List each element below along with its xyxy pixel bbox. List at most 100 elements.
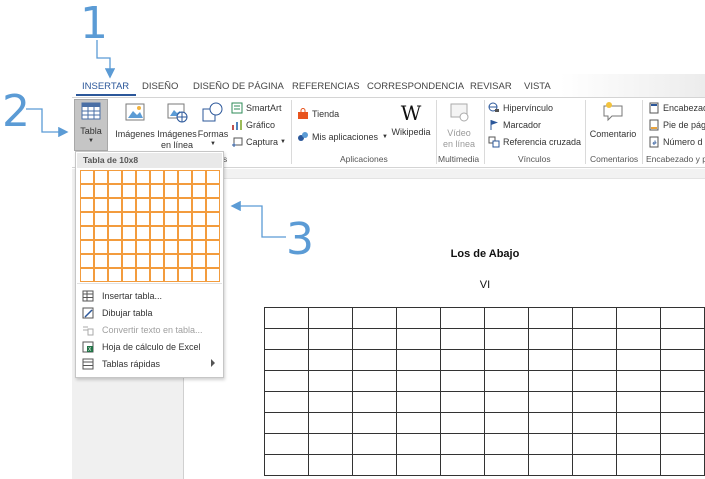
- table-cell[interactable]: [572, 391, 617, 413]
- table-size-cell[interactable]: [164, 184, 178, 198]
- table-size-cell[interactable]: [94, 254, 108, 268]
- table-size-cell[interactable]: [206, 170, 220, 184]
- page-number-button[interactable]: # Número d: [648, 135, 703, 149]
- table-size-cell[interactable]: [108, 268, 122, 282]
- table-size-cell[interactable]: [136, 184, 150, 198]
- table-cell[interactable]: [396, 412, 441, 434]
- table-cell[interactable]: [264, 391, 309, 413]
- table-size-cell[interactable]: [164, 254, 178, 268]
- tab-correspondencia[interactable]: CORRESPONDENCIA: [367, 81, 464, 92]
- table-size-cell[interactable]: [192, 212, 206, 226]
- table-size-cell[interactable]: [178, 212, 192, 226]
- tab-diseno[interactable]: DISEÑO: [142, 81, 178, 92]
- table-cell[interactable]: [572, 370, 617, 392]
- table-cell[interactable]: [308, 454, 353, 476]
- table-size-cell[interactable]: [178, 226, 192, 240]
- table-cell[interactable]: [264, 307, 309, 329]
- table-cell[interactable]: [264, 433, 309, 455]
- my-apps-button[interactable]: Mis aplicaciones ▼: [297, 130, 388, 144]
- table-size-cell[interactable]: [122, 184, 136, 198]
- table-cell[interactable]: [440, 391, 485, 413]
- table-cell[interactable]: [528, 391, 573, 413]
- shapes-button[interactable]: Formas ▼: [198, 101, 228, 148]
- table-size-cell[interactable]: [206, 198, 220, 212]
- comment-button[interactable]: Comentario: [588, 101, 638, 140]
- table-size-cell[interactable]: [178, 240, 192, 254]
- table-size-cell[interactable]: [206, 184, 220, 198]
- table-cell[interactable]: [264, 454, 309, 476]
- table-cell[interactable]: [440, 307, 485, 329]
- table-size-cell[interactable]: [178, 254, 192, 268]
- table-cell[interactable]: [660, 307, 705, 329]
- table-size-cell[interactable]: [150, 254, 164, 268]
- table-cell[interactable]: [616, 307, 661, 329]
- table-size-cell[interactable]: [122, 198, 136, 212]
- screenshot-button[interactable]: Captura ▼: [231, 135, 286, 149]
- table-cell[interactable]: [396, 370, 441, 392]
- table-cell[interactable]: [528, 370, 573, 392]
- table-size-cell[interactable]: [94, 184, 108, 198]
- tab-vista[interactable]: VISTA: [524, 81, 551, 92]
- table-size-cell[interactable]: [136, 170, 150, 184]
- table-size-cell[interactable]: [150, 240, 164, 254]
- table-size-cell[interactable]: [192, 240, 206, 254]
- convert-text-to-table-item[interactable]: Convertir texto en tabla...: [76, 321, 223, 338]
- table-size-cell[interactable]: [178, 170, 192, 184]
- table-cell[interactable]: [352, 349, 397, 371]
- online-pictures-button[interactable]: Imágenes en línea: [156, 101, 198, 151]
- table-cell[interactable]: [264, 370, 309, 392]
- table-cell[interactable]: [396, 328, 441, 350]
- table-cell[interactable]: [440, 454, 485, 476]
- table-size-cell[interactable]: [136, 254, 150, 268]
- smartart-button[interactable]: SmartArt: [231, 101, 282, 115]
- table-cell[interactable]: [484, 349, 529, 371]
- table-size-cell[interactable]: [136, 268, 150, 282]
- table-size-cell[interactable]: [108, 184, 122, 198]
- table-cell[interactable]: [440, 412, 485, 434]
- footer-button[interactable]: Pie de pág: [648, 118, 705, 132]
- table-size-cell[interactable]: [80, 170, 94, 184]
- table-cell[interactable]: [308, 349, 353, 371]
- table-cell[interactable]: [572, 349, 617, 371]
- table-cell[interactable]: [440, 328, 485, 350]
- table-cell[interactable]: [484, 433, 529, 455]
- table-cell[interactable]: [528, 433, 573, 455]
- table-size-cell[interactable]: [122, 240, 136, 254]
- table-size-cell[interactable]: [122, 254, 136, 268]
- table-size-cell[interactable]: [150, 184, 164, 198]
- table-size-cell[interactable]: [206, 268, 220, 282]
- tab-revisar[interactable]: REVISAR: [470, 81, 512, 92]
- pictures-button[interactable]: Imágenes: [115, 101, 155, 140]
- table-cell[interactable]: [308, 412, 353, 434]
- table-size-cell[interactable]: [150, 268, 164, 282]
- table-cell[interactable]: [528, 454, 573, 476]
- table-cell[interactable]: [352, 412, 397, 434]
- table-cell[interactable]: [396, 433, 441, 455]
- table-cell[interactable]: [616, 433, 661, 455]
- table-size-cell[interactable]: [80, 198, 94, 212]
- table-cell[interactable]: [572, 433, 617, 455]
- table-cell[interactable]: [440, 433, 485, 455]
- table-size-cell[interactable]: [108, 226, 122, 240]
- table-size-cell[interactable]: [80, 212, 94, 226]
- table-size-cell[interactable]: [192, 268, 206, 282]
- table-size-cell[interactable]: [192, 226, 206, 240]
- online-video-button[interactable]: Vídeo en línea: [440, 101, 478, 150]
- quick-tables-item[interactable]: Tablas rápidas: [76, 355, 223, 372]
- table-cell[interactable]: [616, 454, 661, 476]
- table-cell[interactable]: [528, 412, 573, 434]
- table-size-cell[interactable]: [94, 212, 108, 226]
- table-size-cell[interactable]: [150, 226, 164, 240]
- table-size-cell[interactable]: [206, 212, 220, 226]
- table-cell[interactable]: [264, 412, 309, 434]
- table-size-cell[interactable]: [178, 198, 192, 212]
- table-size-cell[interactable]: [178, 184, 192, 198]
- table-cell[interactable]: [308, 370, 353, 392]
- table-size-cell[interactable]: [178, 268, 192, 282]
- table-cell[interactable]: [484, 391, 529, 413]
- table-cell[interactable]: [440, 349, 485, 371]
- insert-table-item[interactable]: Insertar tabla...: [76, 287, 223, 304]
- table-cell[interactable]: [660, 349, 705, 371]
- table-cell[interactable]: [484, 328, 529, 350]
- table-cell[interactable]: [660, 454, 705, 476]
